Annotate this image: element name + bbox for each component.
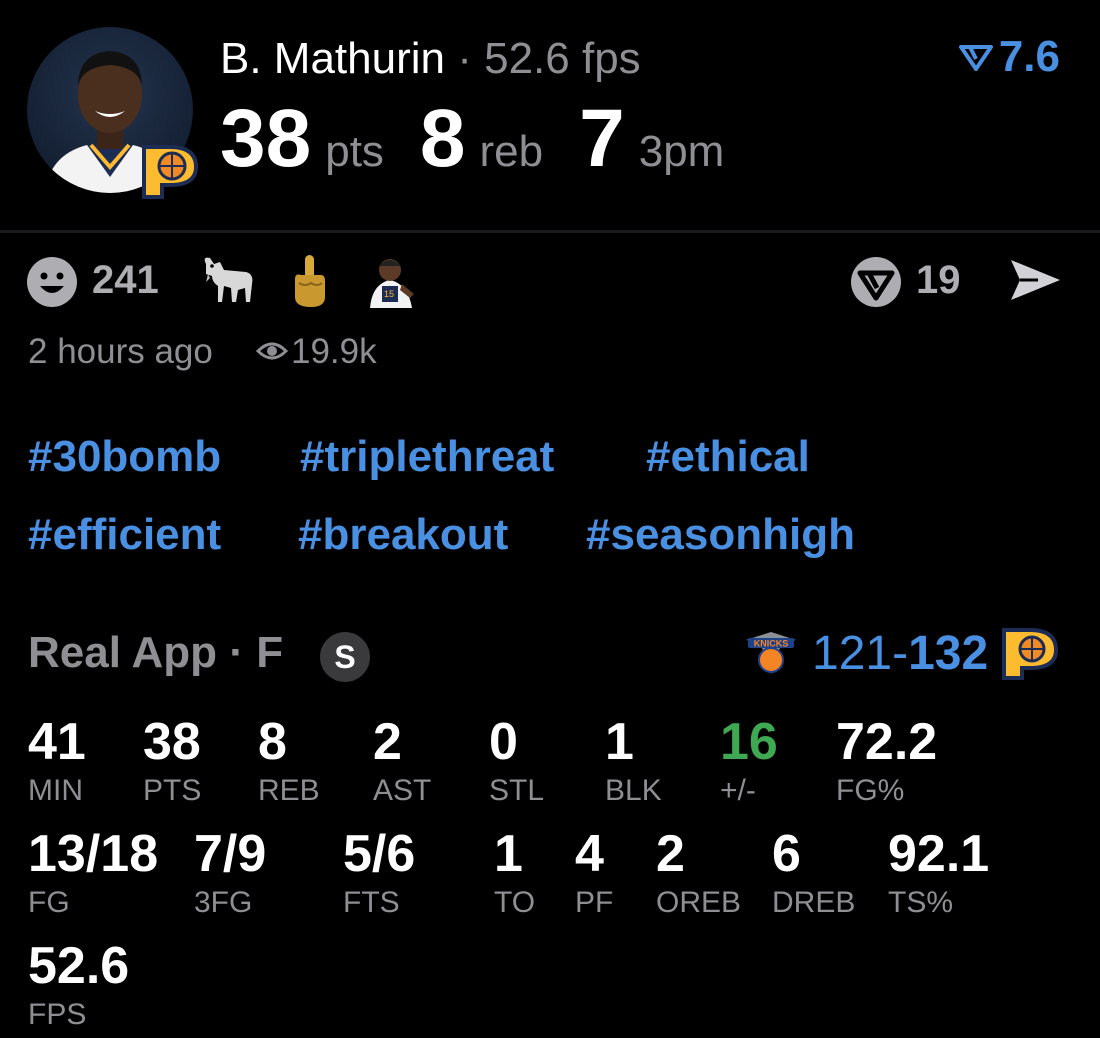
- reaction-count[interactable]: 241: [92, 258, 159, 303]
- s-badge: S: [320, 632, 370, 682]
- stat-value: 72.2: [836, 713, 938, 771]
- stat-cell: 0 STL: [489, 716, 544, 806]
- middle-finger-icon[interactable]: [289, 253, 329, 309]
- title-separator: ·: [457, 34, 472, 83]
- stat-label: FTS: [343, 886, 400, 919]
- stat-label: OREB: [656, 886, 742, 919]
- stat-label: +/-: [720, 774, 756, 807]
- headline-statline: 38 pts 8 reb 7 3pm: [220, 92, 760, 186]
- stat-label: REB: [258, 774, 320, 807]
- eye-icon: [255, 339, 289, 363]
- stat-cell: 1 TO: [494, 828, 535, 918]
- stat-cell: 92.1 TS%: [888, 828, 989, 918]
- stat-cell: 16 +/-: [720, 716, 778, 806]
- threes-value: 7: [579, 93, 625, 184]
- fantasy-points: 52.6 fps: [484, 34, 641, 83]
- hashtag[interactable]: #triplethreat: [300, 432, 554, 482]
- stat-label: PF: [575, 886, 614, 919]
- plus-minus-value: 16: [720, 713, 778, 771]
- player-emoji-icon[interactable]: 15: [362, 250, 418, 308]
- stat-value: 1: [494, 825, 523, 883]
- stat-value: 0: [489, 713, 518, 771]
- send-icon[interactable]: [1008, 257, 1062, 303]
- stat-value: 6: [772, 825, 801, 883]
- stat-value: 4: [575, 825, 604, 883]
- stat-label: FPS: [28, 998, 87, 1031]
- hashtag[interactable]: #efficient: [28, 510, 221, 560]
- stat-label: PTS: [143, 774, 202, 807]
- real-count[interactable]: 19: [916, 258, 961, 303]
- stat-cell: 2 AST: [373, 716, 431, 806]
- points-value: 38: [220, 93, 312, 184]
- stat-label: DREB: [772, 886, 856, 919]
- rebounds-value: 8: [419, 93, 466, 184]
- stat-label: TO: [494, 886, 536, 919]
- header-divider: [0, 230, 1100, 233]
- svg-text:15: 15: [384, 289, 394, 299]
- points-unit: pts: [325, 127, 384, 176]
- stat-cell: 13/18 FG: [28, 828, 158, 918]
- stat-label: FG: [28, 886, 70, 919]
- stat-value: 7/9: [194, 825, 267, 883]
- stat-value: 52.6: [28, 937, 130, 995]
- player-name[interactable]: B. Mathurin: [220, 34, 445, 83]
- stat-cell: 6 DREB: [772, 828, 855, 918]
- stat-value: 41: [28, 713, 86, 771]
- stat-cell: 8 REB: [258, 716, 320, 806]
- stat-value: 38: [143, 713, 201, 771]
- stat-label: 3FG: [194, 886, 253, 919]
- view-count: 19.9k: [291, 332, 377, 371]
- hashtag[interactable]: #30bomb: [28, 432, 221, 482]
- stat-label: STL: [489, 774, 545, 807]
- stat-value: 2: [656, 825, 685, 883]
- source-separator: ·: [229, 628, 244, 677]
- home-score: 132: [908, 627, 989, 680]
- source-name: Real App: [28, 628, 218, 677]
- rating-triangle-icon: [958, 45, 993, 71]
- stat-cell: 41 MIN: [28, 716, 86, 806]
- game-status: F: [256, 628, 284, 677]
- stat-label: MIN: [28, 774, 83, 807]
- game-source[interactable]: Real App · F: [28, 628, 283, 678]
- pacers-badge-icon: [140, 141, 202, 199]
- game-score[interactable]: 121-132: [812, 626, 988, 681]
- hashtag[interactable]: #seasonhigh: [586, 510, 855, 560]
- stat-value: 1: [605, 713, 634, 771]
- stat-cell: 38 PTS: [143, 716, 201, 806]
- rebounds-unit: reb: [479, 127, 544, 176]
- stat-label: FG%: [836, 774, 905, 807]
- score-dash: -: [892, 627, 909, 680]
- away-score: 121: [812, 627, 893, 680]
- player-title: B. Mathurin · 52.6 fps: [220, 34, 641, 84]
- stat-cell: 2 OREB: [656, 828, 741, 918]
- svg-text:KNICKS: KNICKS: [754, 639, 789, 649]
- stat-value: 5/6: [343, 825, 416, 883]
- stat-label: AST: [373, 774, 432, 807]
- rating-badge: 7.6: [958, 32, 1060, 82]
- knicks-logo-icon[interactable]: KNICKS: [742, 628, 800, 678]
- stat-value: 13/18: [28, 825, 159, 883]
- goat-icon[interactable]: [200, 252, 256, 308]
- stat-cell: 72.2 FG%: [836, 716, 937, 806]
- stat-value: 92.1: [888, 825, 990, 883]
- stat-cell: 7/9 3FG: [194, 828, 266, 918]
- stat-label: TS%: [888, 886, 954, 919]
- real-app-logo-icon[interactable]: [850, 256, 902, 308]
- stat-value: 2: [373, 713, 402, 771]
- stat-value: 8: [258, 713, 287, 771]
- pacers-logo-icon[interactable]: [1000, 626, 1060, 680]
- stat-label: BLK: [605, 774, 662, 807]
- stat-cell: 1 BLK: [605, 716, 662, 806]
- stat-cell: 5/6 FTS: [343, 828, 415, 918]
- hashtag[interactable]: #breakout: [298, 510, 508, 560]
- smiley-icon[interactable]: [26, 256, 78, 308]
- stat-cell: 52.6 FPS: [28, 940, 129, 1030]
- stat-cell: 4 PF: [575, 828, 613, 918]
- hashtag[interactable]: #ethical: [646, 432, 810, 482]
- rating-value: 7.6: [998, 32, 1060, 81]
- post-time: 2 hours ago: [28, 332, 213, 371]
- threes-unit: 3pm: [638, 127, 725, 176]
